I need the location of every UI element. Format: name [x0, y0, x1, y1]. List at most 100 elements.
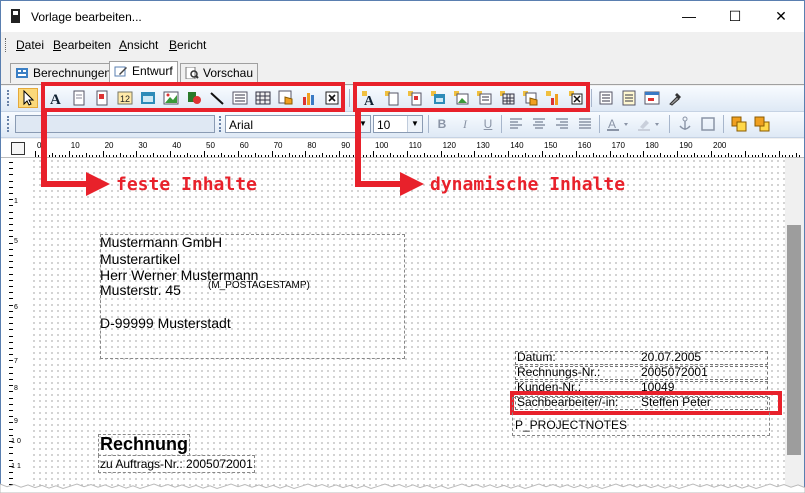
ruler-tick — [612, 155, 614, 157]
italic-button[interactable]: I — [457, 116, 473, 132]
underline-button[interactable]: U — [480, 116, 496, 132]
ruler-tick — [528, 155, 530, 157]
ruler-tick — [254, 153, 256, 157]
ruler-tick — [271, 151, 273, 157]
close-button[interactable]: ✕ — [758, 1, 804, 32]
frame-icon — [701, 117, 715, 131]
ruler-tick — [508, 151, 510, 157]
eyedropper-tool[interactable] — [667, 90, 683, 106]
minimize-button[interactable]: — — [666, 1, 712, 32]
vertical-scrollbar[interactable] — [786, 158, 802, 492]
send-to-back-button[interactable] — [754, 116, 770, 132]
properties-tool[interactable] — [598, 90, 614, 106]
ruler-tick — [487, 155, 489, 157]
ruler-tick — [727, 153, 729, 157]
ruler-tick — [187, 153, 189, 157]
address-street: Musterstr. 45 — [100, 282, 181, 298]
ruler-tick — [173, 155, 175, 157]
menu-datei[interactable]: Datei — [16, 38, 44, 52]
vruler-tick — [9, 279, 13, 281]
menu-bericht[interactable]: Bericht — [169, 38, 206, 52]
ruler-tick — [667, 155, 669, 157]
tab-vorschau[interactable]: Vorschau — [180, 63, 259, 83]
ruler-tick — [237, 151, 239, 157]
ruler-tick — [636, 155, 638, 157]
ruler-tick — [771, 155, 773, 157]
properties-icon — [599, 91, 613, 105]
vruler-tick — [9, 366, 13, 368]
ruler-tick — [318, 155, 320, 157]
ruler-tick — [569, 155, 571, 157]
tab-berechnungen[interactable]: Berechnungen — [10, 63, 117, 83]
highlight-color-icon — [638, 120, 659, 131]
align-right-button[interactable] — [554, 116, 570, 132]
vruler-label: 5 — [14, 238, 18, 245]
bring-to-front-button[interactable] — [731, 116, 747, 132]
ruler-tick — [609, 151, 611, 157]
ruler-tick — [176, 155, 178, 157]
vruler-tick — [9, 211, 13, 213]
ruler-tick — [700, 155, 702, 157]
vruler-tick — [9, 323, 13, 325]
ruler-tick — [35, 151, 36, 157]
tab-entwurf[interactable]: Entwurf — [109, 61, 178, 84]
ruler-tick — [122, 155, 124, 157]
align-left-button[interactable] — [508, 116, 524, 132]
ruler-tick — [241, 155, 243, 157]
font-color-button[interactable]: A — [606, 116, 632, 132]
format-separator-4 — [669, 115, 670, 133]
form-layout-tool[interactable] — [644, 90, 660, 106]
font-select[interactable]: Arial ▼ — [225, 115, 371, 133]
ruler-tick — [305, 151, 307, 157]
ruler-tick — [694, 153, 696, 157]
menu-bearbeiten[interactable]: Bearbeiten — [53, 38, 111, 52]
variables-tool[interactable] — [621, 90, 637, 106]
vruler-tick — [9, 341, 13, 343]
ruler-tick — [663, 155, 665, 157]
frame-button[interactable] — [700, 116, 716, 132]
align-center-button[interactable] — [531, 116, 547, 132]
ruler-tick — [585, 155, 587, 157]
vruler-tick — [9, 162, 13, 163]
vruler-tick — [9, 434, 13, 436]
app-icon — [11, 9, 20, 23]
vruler-tick — [9, 329, 13, 331]
select-pointer-tool[interactable] — [18, 88, 38, 108]
anchor-button[interactable] — [677, 116, 693, 132]
ruler-tick — [197, 155, 199, 157]
ruler-tick — [471, 155, 473, 157]
ruler-label: 50 — [206, 141, 215, 150]
ruler-tick — [126, 155, 128, 157]
ruler-tick — [589, 155, 591, 157]
background-color-button[interactable] — [637, 116, 663, 132]
ruler-tick — [542, 151, 543, 157]
justify-button[interactable] — [577, 116, 593, 132]
vruler-tick — [9, 273, 13, 275]
ruler-tick — [234, 155, 236, 157]
maximize-button[interactable]: ☐ — [712, 1, 758, 32]
ruler-tick — [792, 155, 794, 157]
ruler-tick — [143, 155, 145, 157]
menu-bericht-label: ericht — [177, 38, 207, 52]
menu-ansicht[interactable]: Ansicht — [119, 38, 158, 52]
ruler-tick — [312, 155, 314, 157]
ruler-tick — [798, 155, 800, 157]
ruler-toggle-icon[interactable] — [11, 142, 25, 155]
dynamic-content-highlight — [353, 82, 590, 112]
ruler-tick — [781, 155, 783, 157]
ruler-tick — [308, 155, 310, 157]
ruler-tick — [758, 155, 760, 157]
scrollbar-thumb[interactable] — [787, 225, 801, 455]
bold-button[interactable]: B — [434, 116, 450, 132]
ruler-tick — [220, 153, 222, 157]
ruler-tick — [207, 155, 209, 157]
ruler-tick — [247, 155, 249, 157]
vruler-tick — [9, 248, 13, 250]
dynamic-arrow-icon — [355, 110, 424, 196]
ruler-tick — [146, 155, 148, 157]
font-combo-grip — [219, 116, 224, 132]
ruler-tick — [251, 155, 253, 157]
vruler-tick — [9, 410, 13, 411]
window-title: Vorlage bearbeiten... — [31, 10, 142, 24]
ruler-tick — [244, 155, 246, 157]
